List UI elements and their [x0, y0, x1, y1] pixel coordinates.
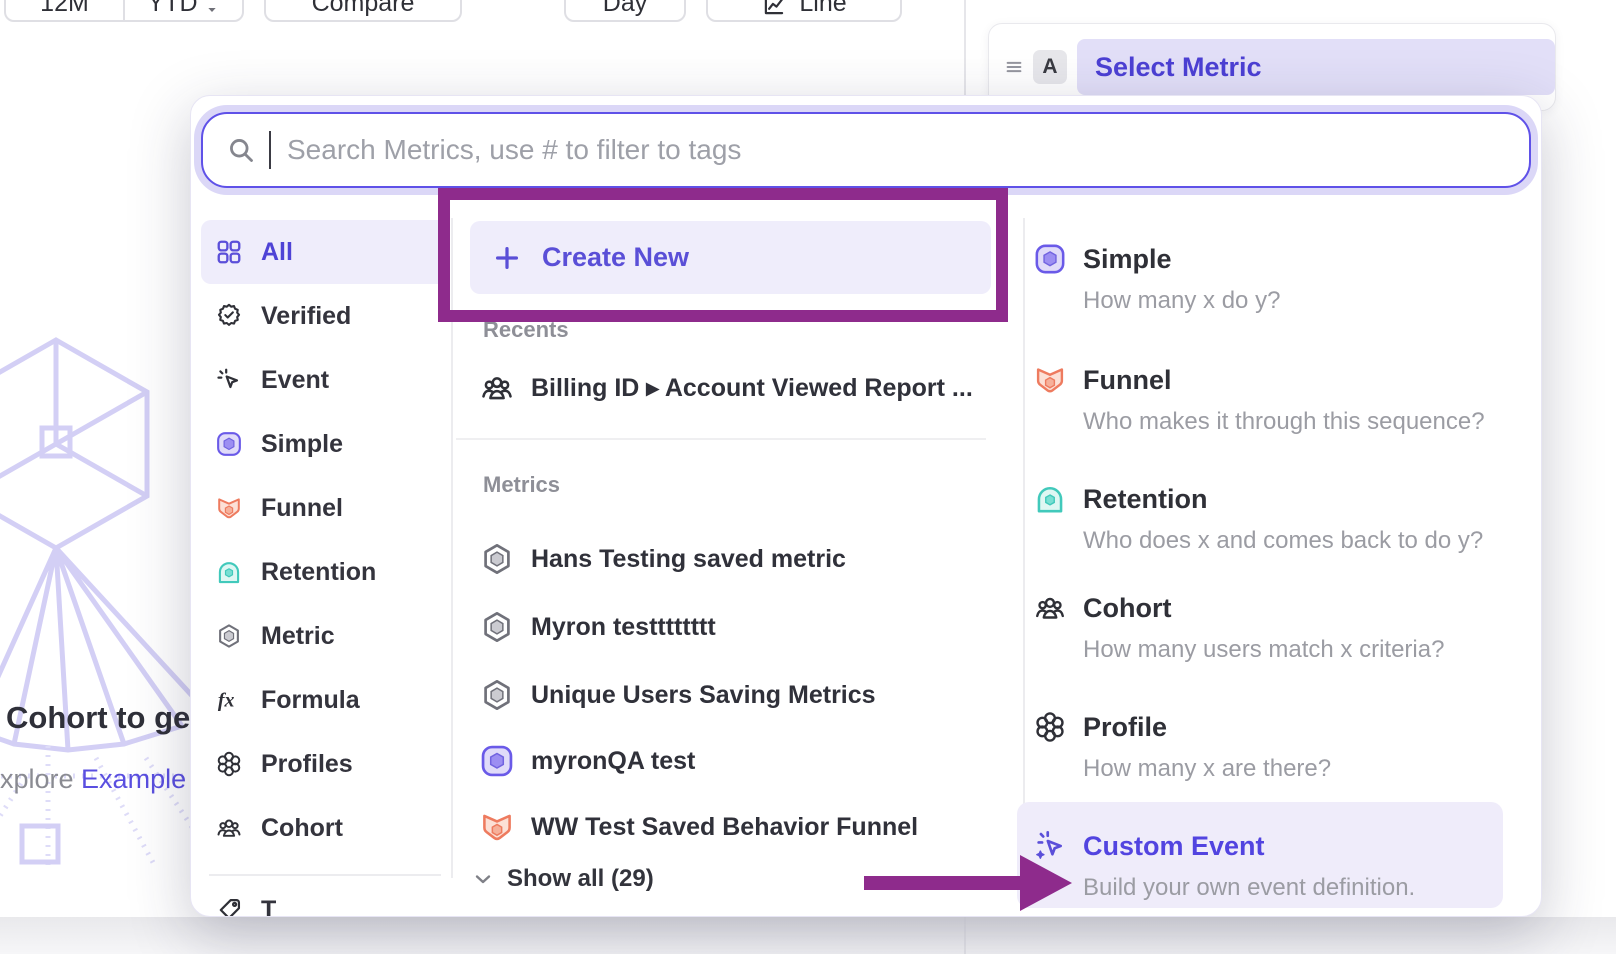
option-simple[interactable]: Simple How many x do y?: [1033, 242, 1513, 316]
metric-hexagon-purple-icon: [479, 541, 515, 577]
cohort-people-icon: [1033, 591, 1067, 625]
formula-fx-icon: [215, 686, 243, 714]
metric-list-item[interactable]: Myron testttttttt: [470, 599, 991, 655]
metric-type-sidebar: All Verified Event Simple Funnel Retenti…: [201, 220, 449, 917]
metric-hexagon-purple-icon: [479, 609, 515, 645]
option-cohort[interactable]: Cohort How many users match x criteria?: [1033, 591, 1513, 665]
line-chart-type-button[interactable]: Line: [706, 0, 902, 22]
text-cursor: [269, 131, 271, 169]
caret-down-icon: [204, 2, 220, 18]
metrics-label: Metrics: [483, 472, 560, 498]
funnel-icon: [479, 809, 515, 845]
retention-icon: [1033, 482, 1067, 516]
sidebar-item-retention[interactable]: Retention: [201, 540, 449, 604]
section-divider: [456, 438, 986, 440]
select-metric-modal: All Verified Event Simple Funnel Retenti…: [190, 95, 1542, 917]
simple-icon: [479, 743, 515, 779]
range-12m-button[interactable]: 12M: [6, 0, 123, 20]
page-footer-strip: [0, 917, 1616, 954]
metric-list-item[interactable]: WW Test Saved Behavior Funnel: [470, 799, 991, 855]
metric-list-item[interactable]: Hans Testing saved metric: [470, 531, 991, 587]
custom-event-content: Custom Event Build your own event defini…: [1033, 829, 1513, 903]
event-cursor-icon: [215, 366, 243, 394]
sidebar-item-formula[interactable]: Formula: [201, 668, 449, 732]
drag-handle-icon[interactable]: [1003, 56, 1025, 78]
sidebar-divider: [209, 874, 441, 876]
recents-label: Recents: [483, 317, 569, 343]
option-profile[interactable]: Profile How many x are there?: [1033, 710, 1513, 784]
metric-hexagon-purple-icon: [479, 677, 515, 713]
empty-state-headline-fragment: Cohort to ge: [6, 700, 192, 736]
sidebar-item-cohort[interactable]: Cohort: [201, 796, 449, 860]
retention-icon: [215, 558, 243, 586]
profiles-cluster-icon: [215, 750, 243, 778]
chevron-down-icon: [471, 867, 495, 891]
sidebar-item-verified[interactable]: Verified: [201, 284, 449, 348]
sidebar-item-profiles[interactable]: Profiles: [201, 732, 449, 796]
modal-column-divider: [1023, 218, 1025, 878]
search-icon: [227, 136, 255, 164]
sidebar-item-metric[interactable]: Metric: [201, 604, 449, 668]
select-metric-chip[interactable]: Select Metric: [1077, 39, 1555, 95]
metric-list-item[interactable]: myronQA test: [470, 733, 991, 789]
modal-column-divider: [451, 218, 453, 878]
metric-hexagon-icon: [215, 622, 243, 650]
date-range-segmented-control: 12M YTD: [4, 0, 244, 22]
show-all-toggle[interactable]: Show all (29): [471, 862, 654, 896]
option-custom-event[interactable]: Custom Event Build your own event defini…: [1017, 802, 1503, 908]
app-window: 12M YTD Compare Day Line A Select Metric: [0, 0, 1616, 954]
tag-icon: [215, 896, 243, 918]
series-letter-badge: A: [1033, 50, 1067, 84]
day-button[interactable]: Day: [564, 0, 686, 22]
create-new-button[interactable]: Create New: [470, 221, 991, 294]
metric-list-item[interactable]: Unique Users Saving Metrics: [470, 667, 991, 723]
profiles-cluster-icon: [1033, 710, 1067, 744]
empty-state-subtext-fragment: xplore Example R: [0, 764, 192, 795]
cohort-people-icon: [215, 814, 243, 842]
recent-item[interactable]: Billing ID ▸ Account Viewed Report ...: [470, 366, 991, 410]
option-retention[interactable]: Retention Who does x and comes back to d…: [1033, 482, 1513, 556]
line-chart-icon: [761, 0, 787, 18]
sidebar-item-event[interactable]: Event: [201, 348, 449, 412]
plus-icon: [492, 243, 522, 273]
simple-icon: [215, 430, 243, 458]
sidebar-item-simple[interactable]: Simple: [201, 412, 449, 476]
simple-icon: [1033, 242, 1067, 276]
annotation-arrow: [864, 876, 1022, 890]
example-link[interactable]: Example R: [81, 764, 192, 794]
sidebar-item-partial[interactable]: T: [201, 886, 449, 918]
metrics-list-column: Create New Recents Billing ID ▸ Account …: [470, 96, 991, 917]
compare-button[interactable]: Compare: [264, 0, 462, 22]
verified-badge-icon: [215, 302, 243, 330]
sidebar-item-funnel[interactable]: Funnel: [201, 476, 449, 540]
range-ytd-button[interactable]: YTD: [123, 0, 242, 20]
cohort-people-icon: [479, 370, 515, 406]
option-funnel[interactable]: Funnel Who makes it through this sequenc…: [1033, 363, 1513, 437]
funnel-icon: [215, 494, 243, 522]
grid-icon: [215, 238, 243, 266]
annotation-arrow-head: [1020, 855, 1072, 911]
funnel-icon: [1033, 363, 1067, 397]
sidebar-item-all[interactable]: All: [201, 220, 449, 284]
